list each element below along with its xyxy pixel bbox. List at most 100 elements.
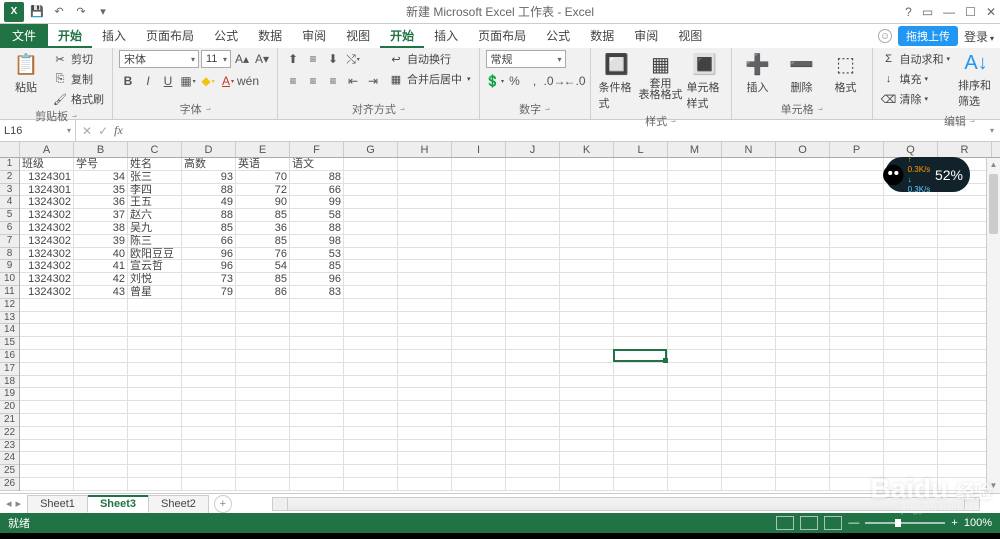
cell[interactable] (614, 286, 668, 299)
cell[interactable]: 35 (74, 184, 128, 197)
col-header[interactable]: O (776, 142, 830, 157)
paste-button[interactable]: 📋 粘贴 (6, 50, 46, 97)
cell[interactable] (884, 337, 938, 350)
cell[interactable] (560, 260, 614, 273)
cell[interactable] (290, 401, 344, 414)
save-icon[interactable]: 💾 (28, 3, 46, 21)
cell[interactable] (938, 376, 992, 389)
cell[interactable] (506, 286, 560, 299)
cell[interactable] (560, 235, 614, 248)
cell[interactable] (884, 401, 938, 414)
cell[interactable] (560, 312, 614, 325)
cell[interactable] (452, 158, 506, 171)
sheet-tab[interactable]: Sheet2 (148, 495, 209, 513)
cell[interactable] (236, 401, 290, 414)
cell[interactable]: 49 (182, 196, 236, 209)
cell[interactable] (776, 388, 830, 401)
cell[interactable] (236, 414, 290, 427)
cell[interactable]: 1324302 (20, 260, 74, 273)
cell[interactable] (722, 427, 776, 440)
cell[interactable]: 刘悦 (128, 273, 182, 286)
cell[interactable]: 高数 (182, 158, 236, 171)
cell[interactable] (938, 465, 992, 478)
cell[interactable]: 79 (182, 286, 236, 299)
cell[interactable]: 99 (290, 196, 344, 209)
cell[interactable] (128, 465, 182, 478)
cell[interactable] (506, 337, 560, 350)
cell[interactable] (398, 235, 452, 248)
cell[interactable] (614, 273, 668, 286)
cell[interactable] (722, 222, 776, 235)
cell[interactable] (830, 427, 884, 440)
network-widget[interactable]: ↑ 0.3K/s ↓ 0.3K/s 52% (885, 157, 970, 192)
cell[interactable] (74, 350, 128, 363)
cell[interactable] (398, 465, 452, 478)
italic-icon[interactable]: I (139, 72, 157, 90)
cell[interactable] (344, 414, 398, 427)
cell[interactable] (614, 440, 668, 453)
cell[interactable] (182, 350, 236, 363)
cell[interactable] (452, 312, 506, 325)
cell[interactable] (614, 171, 668, 184)
close-icon[interactable]: ✕ (986, 5, 996, 19)
cut-button[interactable]: ✂剪切 (50, 50, 106, 68)
cell[interactable] (560, 286, 614, 299)
cell[interactable]: 96 (182, 260, 236, 273)
col-header[interactable]: J (506, 142, 560, 157)
col-header[interactable]: G (344, 142, 398, 157)
cell[interactable] (938, 350, 992, 363)
cell[interactable] (722, 184, 776, 197)
cell[interactable] (236, 312, 290, 325)
cell[interactable] (830, 171, 884, 184)
cell[interactable] (128, 440, 182, 453)
cell[interactable] (830, 376, 884, 389)
border-icon[interactable]: ▦ (179, 72, 197, 90)
cell[interactable] (452, 299, 506, 312)
cell[interactable]: 李四 (128, 184, 182, 197)
cell[interactable] (74, 427, 128, 440)
cell[interactable] (830, 388, 884, 401)
ribbon-tab[interactable]: 审阅 (624, 24, 668, 48)
cell[interactable]: 40 (74, 248, 128, 261)
col-header[interactable]: D (182, 142, 236, 157)
cell[interactable] (344, 376, 398, 389)
row-header[interactable]: 7 (0, 235, 19, 248)
cell[interactable] (128, 337, 182, 350)
cell[interactable] (560, 452, 614, 465)
cell[interactable]: 85 (290, 260, 344, 273)
cell[interactable] (884, 235, 938, 248)
cell[interactable] (830, 196, 884, 209)
cell[interactable] (830, 465, 884, 478)
cell[interactable] (830, 414, 884, 427)
cell[interactable] (452, 222, 506, 235)
zoom-slider[interactable] (865, 522, 945, 524)
cell[interactable] (884, 260, 938, 273)
cell[interactable] (398, 363, 452, 376)
cell[interactable]: 72 (236, 184, 290, 197)
cell[interactable] (560, 478, 614, 491)
cell[interactable]: 98 (290, 235, 344, 248)
cell[interactable] (884, 273, 938, 286)
cell[interactable]: 66 (182, 235, 236, 248)
cell[interactable] (20, 465, 74, 478)
cell[interactable] (398, 388, 452, 401)
cell[interactable] (668, 350, 722, 363)
cell[interactable] (884, 440, 938, 453)
cell[interactable] (344, 388, 398, 401)
cell[interactable] (398, 452, 452, 465)
cell[interactable] (506, 196, 560, 209)
cell[interactable] (614, 376, 668, 389)
cell[interactable]: 86 (236, 286, 290, 299)
cell[interactable] (236, 363, 290, 376)
login-button[interactable]: 登录 (964, 28, 994, 45)
cell[interactable] (776, 350, 830, 363)
cell[interactable] (20, 401, 74, 414)
cell[interactable]: 39 (74, 235, 128, 248)
cell[interactable]: 宣云哲 (128, 260, 182, 273)
cell[interactable] (830, 158, 884, 171)
row-header[interactable]: 17 (0, 363, 19, 376)
scroll-down-icon[interactable]: ▼ (987, 479, 1000, 493)
cell[interactable] (128, 299, 182, 312)
cell[interactable] (938, 286, 992, 299)
cell[interactable] (830, 337, 884, 350)
